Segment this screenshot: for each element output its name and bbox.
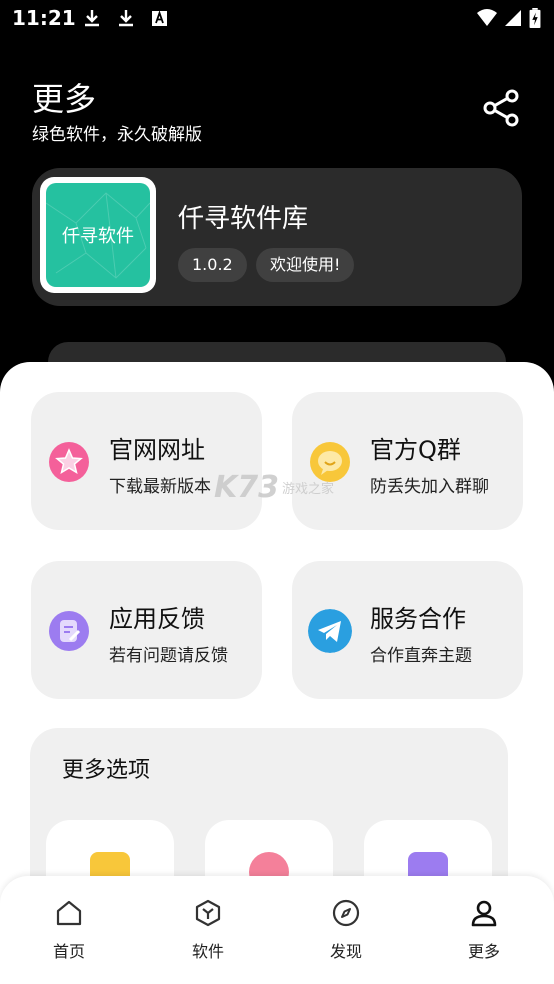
nav-label: 软件 (191, 942, 224, 961)
tile-subtitle: 下载最新版本 (109, 477, 211, 497)
nav-software[interactable]: 软件 (168, 898, 248, 962)
watermark-subtext: 游戏之家 (282, 482, 335, 497)
battery-icon (529, 8, 541, 28)
tile-qq-group[interactable]: 官方Q群 防丢失加入群聊 (292, 392, 523, 530)
section-title: 更多选项 (62, 758, 151, 783)
tile-official-website[interactable]: 官网网址 下载最新版本 (31, 392, 262, 530)
signal-icon (505, 10, 521, 26)
nav-more[interactable]: 更多 (444, 898, 524, 962)
status-time: 11:21 (12, 6, 76, 30)
version-badge: 1.0.2 (178, 248, 247, 282)
tile-title: 服务合作 (370, 605, 466, 633)
star-icon (49, 442, 89, 482)
box-icon (195, 899, 221, 927)
app-name: 仟寻软件库 (178, 204, 309, 234)
page-subtitle: 绿色软件，永久破解版 (32, 125, 202, 145)
tile-title: 官方Q群 (370, 436, 461, 464)
wifi-icon (477, 9, 497, 26)
bottom-navigation: 首页 软件 发现 更多 (0, 876, 554, 984)
nav-discover[interactable]: 发现 (306, 898, 386, 962)
tile-cooperation[interactable]: 服务合作 合作直奔主题 (292, 561, 523, 699)
tile-feedback[interactable]: 应用反馈 若有问题请反馈 (31, 561, 262, 699)
status-bar: 11:21 (0, 0, 554, 38)
tile-subtitle: 防丢失加入群聊 (370, 477, 489, 497)
app-notification-icon (152, 10, 167, 26)
nav-label: 发现 (329, 942, 362, 961)
tile-title: 官网网址 (109, 436, 205, 464)
watermark-logo: K73 (214, 470, 279, 505)
welcome-badge: 欢迎使用! (256, 248, 355, 282)
download-icon (85, 10, 99, 27)
logo-text: 仟寻软件 (62, 226, 134, 247)
nav-label: 首页 (52, 942, 85, 961)
home-icon (56, 900, 82, 926)
nav-home[interactable]: 首页 (29, 898, 109, 962)
feedback-icon (49, 611, 89, 651)
page-title: 更多 (32, 80, 97, 118)
telegram-icon (308, 609, 352, 653)
tile-subtitle: 若有问题请反馈 (109, 646, 228, 666)
nav-label: 更多 (467, 942, 500, 961)
tile-subtitle: 合作直奔主题 (370, 646, 472, 666)
share-icon[interactable] (482, 88, 522, 128)
download-icon (119, 10, 133, 27)
app-logo: 仟寻软件 (40, 177, 156, 293)
user-icon (471, 900, 497, 927)
tile-title: 应用反馈 (109, 605, 205, 633)
app-info-card: 仟寻软件 仟寻软件库 1.0.2 欢迎使用! (32, 168, 522, 306)
compass-icon (332, 899, 360, 927)
